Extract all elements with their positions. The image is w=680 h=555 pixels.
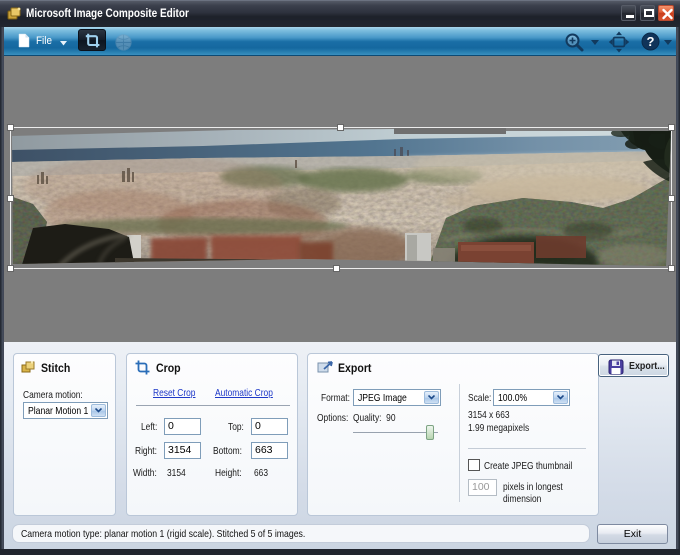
svg-text:?: ?	[647, 34, 655, 49]
